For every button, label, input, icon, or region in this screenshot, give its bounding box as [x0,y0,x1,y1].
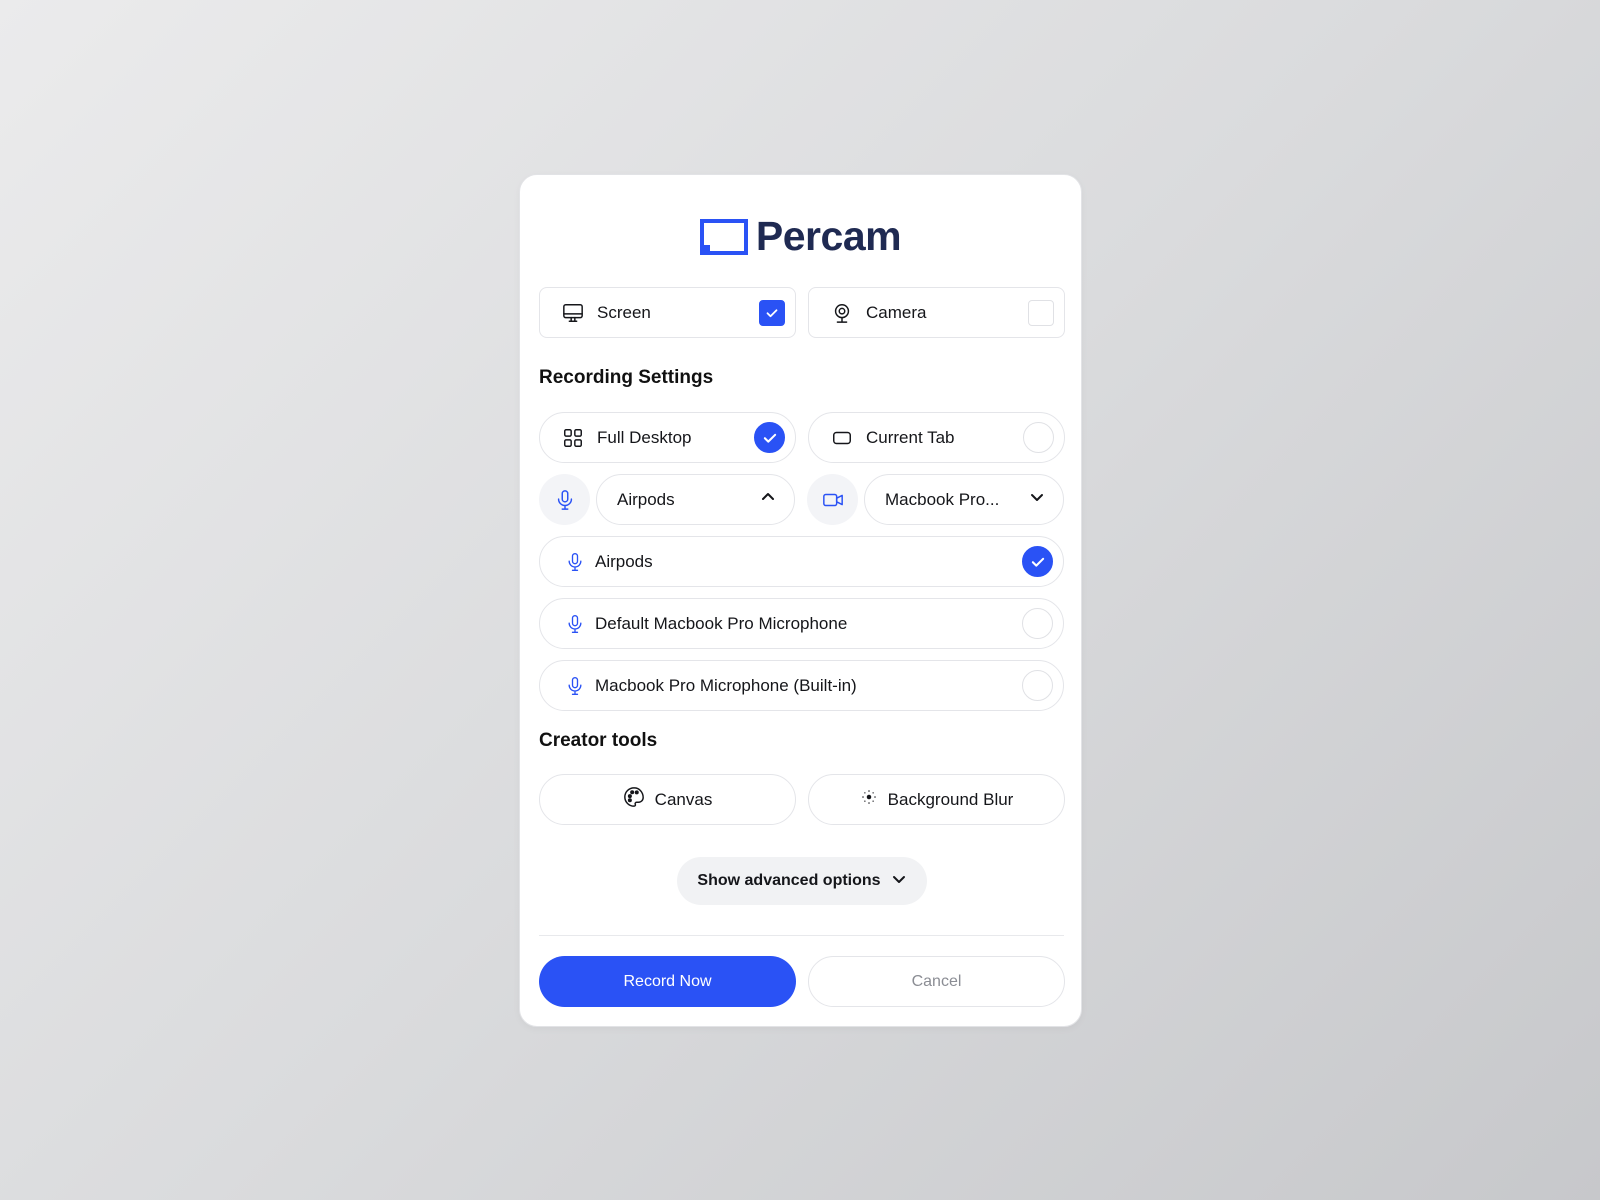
mode-full-desktop-label: Full Desktop [597,427,692,447]
microphone-select[interactable]: Airpods [596,474,795,525]
camera-select[interactable]: Macbook Pro... [864,474,1064,525]
mode-current-tab-label: Current Tab [866,427,955,447]
source-camera-label: Camera [866,302,927,322]
action-row: Record Now Cancel [539,956,1065,1007]
cancel-button[interactable]: Cancel [808,956,1065,1007]
background-blur-button-label: Background Blur [887,789,1014,809]
source-screen-checkbox[interactable] [759,299,785,326]
mode-full-desktop[interactable]: Full Desktop [539,412,796,463]
microphone-icon [539,474,590,525]
background-blur-button[interactable]: Background Blur [808,774,1065,825]
microphone-option-radio[interactable] [1022,608,1053,639]
microphone-option-radio[interactable] [1022,546,1053,577]
brand-name: Percam [755,213,902,259]
microphone-option-label: Default Macbook Pro Microphone [595,613,848,633]
source-camera-checkbox[interactable] [1028,299,1054,326]
microphone-option-radio[interactable] [1022,670,1053,701]
mode-full-desktop-radio[interactable] [754,422,785,453]
brand-logo: Percam [520,213,1081,260]
creator-tools-title: Creator tools [539,730,658,751]
source-screen-label: Screen [597,302,651,322]
grid-icon [561,426,585,450]
source-camera-option[interactable]: Camera [808,287,1065,338]
creator-tools-row: Canvas Background Blur [539,774,1065,825]
monitor-icon [561,301,585,325]
source-row: Screen Camera [539,287,1065,338]
mode-current-tab-radio[interactable] [1023,422,1054,453]
chevron-down-icon [1029,489,1045,510]
chevron-up-icon [760,489,776,510]
divider [539,935,1064,936]
microphone-option-airpods[interactable]: Airpods [539,536,1064,587]
microphone-icon [563,550,587,574]
webcam-icon [830,301,854,325]
microphone-select-value: Airpods [617,489,675,509]
palette-icon [623,786,645,813]
microphone-icon [563,674,587,698]
blur-icon [860,788,878,811]
record-now-button[interactable]: Record Now [539,956,796,1007]
camera-select-value: Macbook Pro... [885,489,1000,509]
show-advanced-options-label: Show advanced options [697,872,881,889]
show-advanced-options-button[interactable]: Show advanced options [677,857,927,905]
recording-panel: Percam Screen Camera Recording Settings … [519,174,1082,1027]
microphone-icon [563,612,587,636]
device-row: Airpods Macbook Pro... [539,474,1064,525]
canvas-button-label: Canvas [654,789,713,809]
canvas-button[interactable]: Canvas [539,774,796,825]
video-camera-icon [807,474,858,525]
microphone-option-builtin[interactable]: Macbook Pro Microphone (Built-in) [539,660,1064,711]
microphone-option-label: Airpods [595,551,653,571]
mode-row: Full Desktop Current Tab [539,412,1065,463]
microphone-option-label: Macbook Pro Microphone (Built-in) [595,675,857,695]
recording-settings-title: Recording Settings [539,367,714,388]
tab-icon [830,426,854,450]
chevron-down-icon [891,871,907,892]
logo-mark-icon [699,218,748,255]
source-screen-option[interactable]: Screen [539,287,796,338]
mode-current-tab[interactable]: Current Tab [808,412,1065,463]
microphone-option-default[interactable]: Default Macbook Pro Microphone [539,598,1064,649]
